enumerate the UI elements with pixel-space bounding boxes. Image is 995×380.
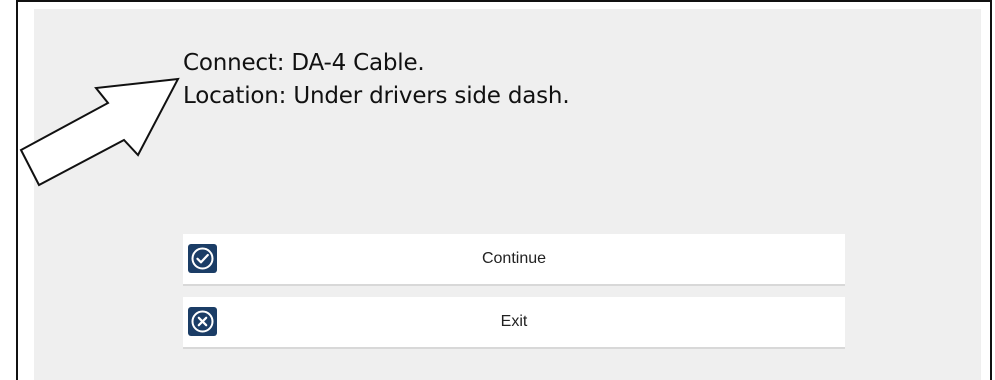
connect-instruction: Connect: DA-4 Cable. (183, 50, 425, 76)
continue-label: Continue (481, 250, 547, 267)
instructions-text: Connect: DA-4 Cable. Location: Under dri… (183, 47, 570, 113)
continue-button[interactable]: Continue (183, 234, 845, 286)
exit-label: Exit (500, 313, 528, 330)
exit-button[interactable]: Exit (183, 297, 845, 349)
location-instruction: Location: Under drivers side dash. (183, 83, 570, 109)
